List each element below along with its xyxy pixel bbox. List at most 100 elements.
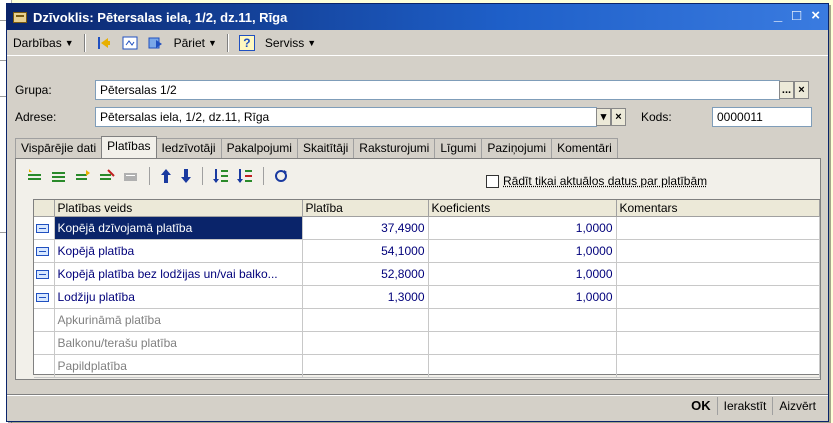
table-row[interactable]: Kopējā platība 54,1000 1,0000 (34, 239, 820, 263)
coefficient-cell[interactable]: 1,0000 (428, 216, 617, 240)
sort-ascending-icon[interactable] (212, 168, 230, 184)
close-window-button[interactable]: Aizvērt (772, 396, 822, 415)
area-type-cell[interactable]: Kopējā platība bez lodžijas un/vai balko… (54, 262, 303, 286)
comment-cell[interactable] (616, 331, 820, 355)
only-current-label: Rādīt tikai aktuālos datus par platībām (503, 174, 708, 188)
minimize-button[interactable]: _ (774, 7, 782, 25)
copy-row-icon[interactable] (74, 168, 92, 184)
area-row-icon (36, 246, 49, 256)
title-bar[interactable]: Dzīvoklis: Pētersalas iela, 1/2, dz.11, … (7, 4, 828, 30)
comment-cell[interactable] (616, 216, 820, 240)
service-menu[interactable]: Serviss ▼ (262, 33, 319, 53)
goto-menu[interactable]: Pāriet ▼ (171, 33, 220, 53)
comment-cell[interactable] (616, 262, 820, 286)
tab-comments[interactable]: Komentāri (551, 138, 618, 158)
sort-descending-icon[interactable] (236, 168, 254, 184)
save-button[interactable]: Ierakstīt (716, 396, 773, 415)
group-select-button[interactable]: ... (779, 81, 794, 99)
code-label: Kods: (641, 110, 672, 124)
table-row[interactable]: Kopējā platība bez lodžijas un/vai balko… (34, 262, 820, 286)
area-value-cell[interactable]: 1,3000 (302, 285, 429, 309)
toolbar: Darbības ▼ Pāriet ▼ ? Serviss ▼ (7, 30, 828, 56)
area-value-cell[interactable] (302, 308, 429, 332)
area-type-cell[interactable]: Apkurināmā platība (54, 308, 303, 332)
header-area-type[interactable]: Platības veids (54, 200, 303, 217)
refresh-icon[interactable] (273, 168, 289, 184)
header-comment[interactable]: Komentars (616, 200, 820, 217)
help-button[interactable]: ? (236, 33, 258, 53)
table-row[interactable]: Balkonu/terašu platība (34, 331, 820, 355)
comment-cell[interactable] (616, 308, 820, 332)
structure-button[interactable] (119, 33, 141, 53)
table-row[interactable]: Kopējā dzīvojamā platība 37,4900 1,0000 (34, 216, 820, 240)
move-up-icon[interactable] (159, 168, 173, 184)
area-row-icon (36, 269, 49, 279)
table-row[interactable]: Apkurināmā platība (34, 308, 820, 332)
header-area[interactable]: Platība (302, 200, 429, 217)
group-clear-button[interactable]: × (794, 81, 809, 99)
code-field[interactable]: 0000011 (712, 107, 812, 127)
table-row[interactable]: Lodžiju platība 1,3000 1,0000 (34, 285, 820, 309)
tab-areas[interactable]: Platības (101, 136, 157, 158)
add-row-icon[interactable] (26, 168, 44, 184)
area-type-cell[interactable]: Kopējā platība (54, 239, 303, 263)
apartment-window: Dzīvoklis: Pētersalas iela, 1/2, dz.11, … (6, 3, 829, 422)
tab-characteristics[interactable]: Raksturojumi (353, 138, 436, 158)
group-label: Grupa: (15, 83, 52, 97)
coefficient-cell[interactable] (428, 354, 617, 378)
area-value-cell[interactable]: 37,4900 (302, 216, 429, 240)
add-group-icon[interactable] (50, 168, 68, 184)
address-label: Adrese: (15, 110, 57, 124)
header-coefficient[interactable]: Koeficients (428, 200, 617, 217)
edit-row-icon[interactable] (98, 168, 116, 184)
actions-label: Darbības (13, 35, 62, 50)
toolbar-separator (202, 167, 203, 185)
coefficient-cell[interactable]: 1,0000 (428, 239, 617, 263)
tab-services[interactable]: Pakalpojumi (220, 138, 298, 158)
actions-menu[interactable]: Darbības ▼ (10, 33, 77, 53)
area-value-cell[interactable]: 52,8000 (302, 262, 429, 286)
tab-meters[interactable]: Skaitītāji (296, 138, 355, 158)
address-clear-button[interactable]: × (611, 108, 626, 126)
ok-button[interactable]: OK (685, 396, 717, 415)
link-button[interactable] (145, 33, 167, 53)
area-value-cell[interactable] (302, 354, 429, 378)
tab-contracts[interactable]: Līgumi (434, 138, 483, 158)
table-header: Platības veids Platība Koeficients Komen… (34, 200, 820, 217)
toolbar-separator (149, 167, 150, 185)
tab-residents[interactable]: Iedzīvotāji (155, 138, 222, 158)
comment-cell[interactable] (616, 285, 820, 309)
area-row-icon (36, 223, 49, 233)
delete-row-icon[interactable] (122, 168, 140, 184)
coefficient-cell[interactable]: 1,0000 (428, 262, 617, 286)
address-dropdown-button[interactable]: ▾ (596, 108, 611, 126)
navigate-back-button[interactable] (93, 33, 115, 53)
coefficient-cell[interactable] (428, 308, 617, 332)
toolbar-separator (263, 167, 264, 185)
window-title: Dzīvoklis: Pētersalas iela, 1/2, dz.11, … (33, 9, 288, 25)
structure-icon (122, 36, 138, 49)
only-current-checkbox[interactable] (486, 174, 499, 188)
comment-cell[interactable] (616, 354, 820, 378)
maximize-button[interactable]: □ (792, 7, 801, 25)
area-value-cell[interactable] (302, 331, 429, 355)
area-row-icon (36, 292, 49, 302)
area-type-cell[interactable]: Papildplatība (54, 354, 303, 378)
tab-general[interactable]: Vispārējie dati (15, 138, 103, 158)
area-value-cell[interactable]: 54,1000 (302, 239, 429, 263)
coefficient-cell[interactable] (428, 331, 617, 355)
close-button[interactable]: × (811, 7, 820, 25)
apartment-app-icon (13, 11, 27, 23)
tab-notifications[interactable]: Paziņojumi (481, 138, 553, 158)
comment-cell[interactable] (616, 239, 820, 263)
area-type-cell[interactable]: Balkonu/terašu platība (54, 331, 303, 355)
only-current-checkbox-row[interactable]: Rādīt tikai aktuālos datus par platībām (486, 174, 707, 188)
area-type-cell[interactable]: Lodžiju platība (54, 285, 303, 309)
table-row[interactable]: Papildplatība (34, 354, 820, 378)
coefficient-cell[interactable]: 1,0000 (428, 285, 617, 309)
group-field[interactable]: Pētersalas 1/2 (95, 80, 780, 100)
area-type-cell[interactable]: Kopējā dzīvojamā platība (54, 216, 303, 240)
address-field[interactable]: Pētersalas iela, 1/2, dz.11, Rīga (95, 107, 597, 127)
move-down-icon[interactable] (179, 168, 193, 184)
back-arrow-icon (97, 36, 110, 49)
